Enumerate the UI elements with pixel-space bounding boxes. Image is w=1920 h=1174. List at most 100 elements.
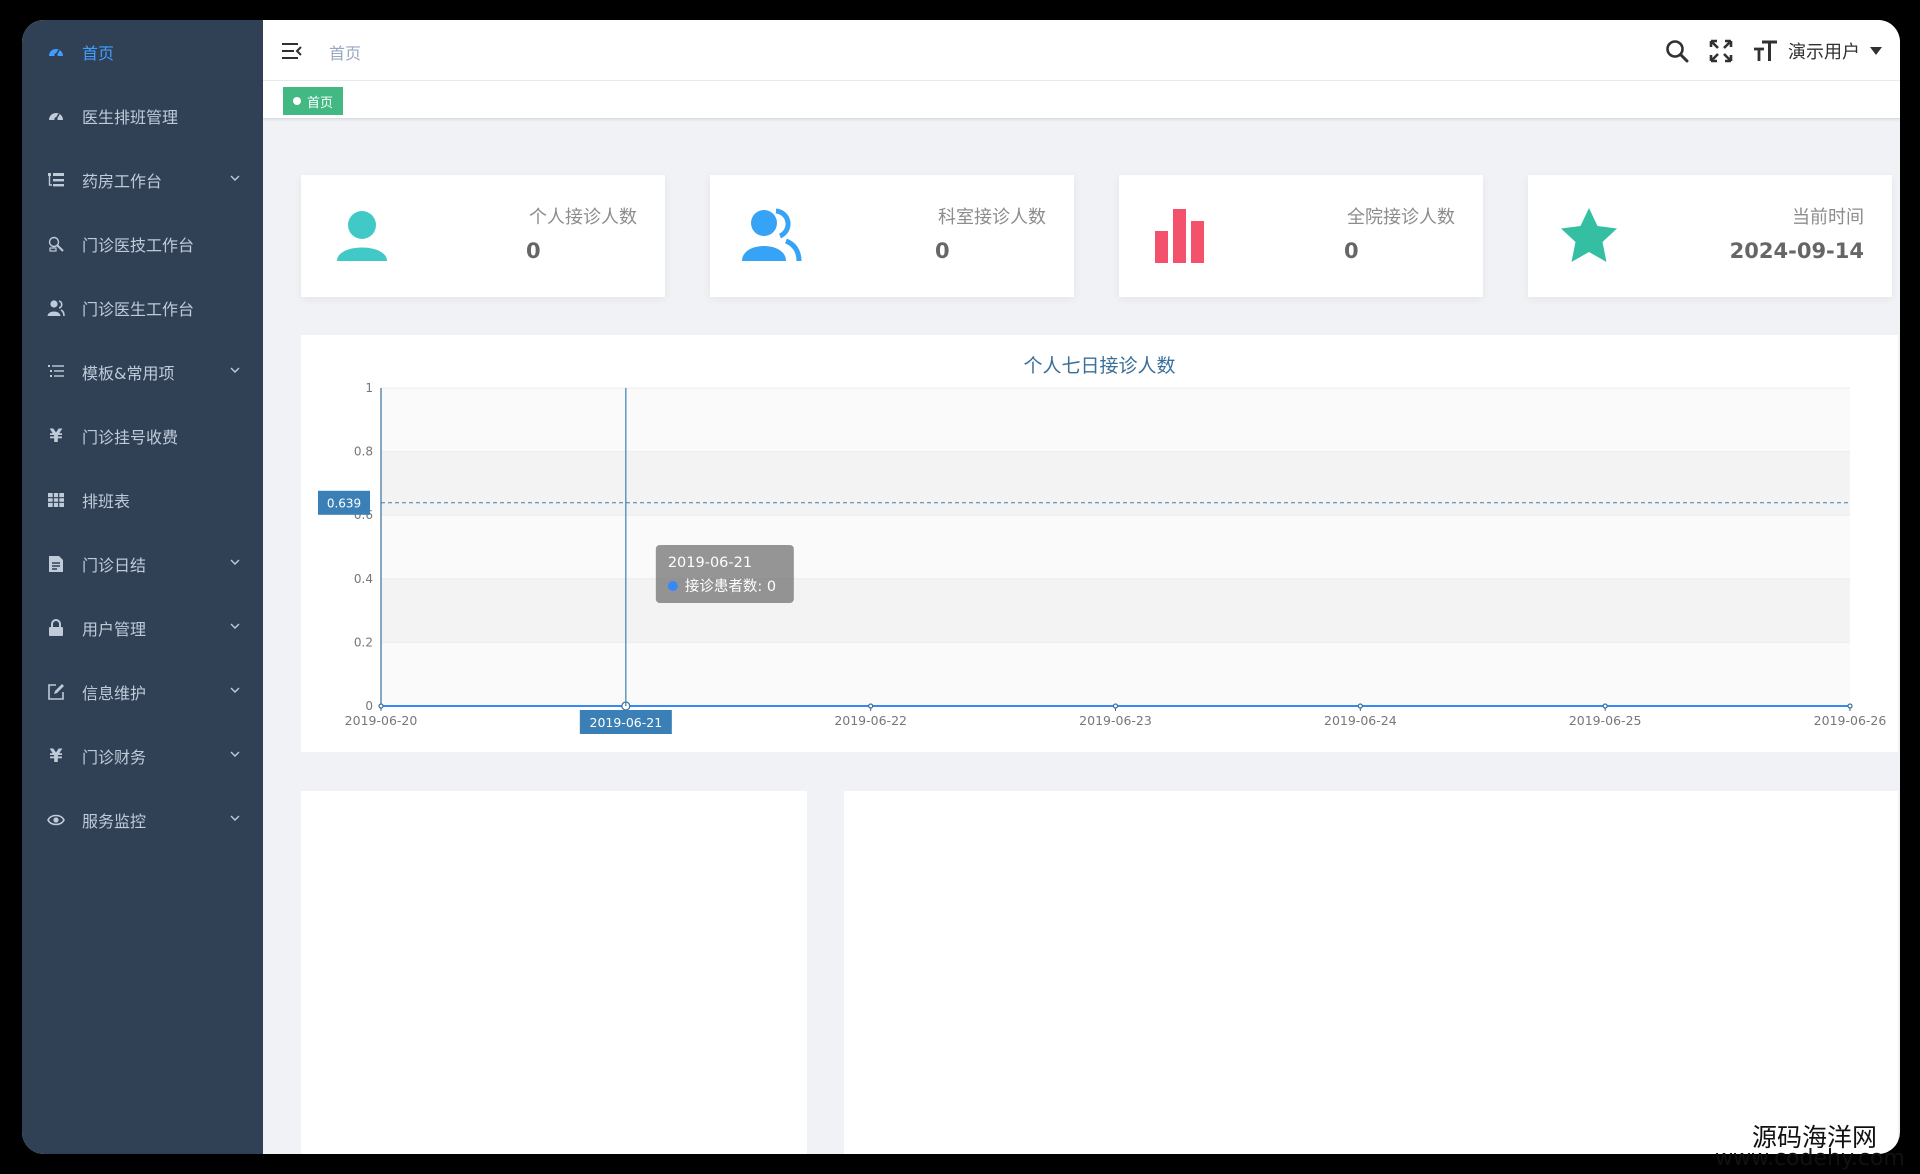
dashboard-icon bbox=[46, 42, 66, 62]
sidebar-item-label: 医生排班管理 bbox=[82, 108, 179, 127]
sidebar-item[interactable]: 信息维护 bbox=[22, 660, 263, 724]
sidebar-item-label: 首页 bbox=[82, 44, 115, 63]
sidebar-item[interactable]: 首页 bbox=[22, 20, 263, 84]
edit-icon bbox=[46, 682, 66, 702]
chevron-down-icon bbox=[230, 815, 240, 821]
chevron-down-icon bbox=[230, 175, 240, 181]
stat-card-value: 0 bbox=[1344, 239, 1359, 263]
peoples-icon bbox=[740, 205, 802, 267]
star-icon bbox=[1558, 205, 1620, 267]
sidebar-item-label: 门诊医生工作台 bbox=[82, 300, 195, 319]
pointer-y-label: 0.639 bbox=[327, 496, 361, 510]
tooltip-series-marker bbox=[667, 581, 678, 591]
y-tick-label: 0.2 bbox=[354, 635, 373, 649]
peoples-icon bbox=[46, 298, 66, 318]
user-dropdown[interactable]: 演示用户 bbox=[1788, 38, 1882, 64]
active-dot-icon bbox=[293, 97, 301, 105]
font-size-icon[interactable] bbox=[1752, 38, 1778, 64]
data-point bbox=[1357, 703, 1363, 709]
x-tick-label: 2019-06-22 bbox=[834, 713, 907, 728]
x-tick-label: 2019-06-25 bbox=[1569, 713, 1642, 728]
sidebar-item[interactable]: ¥ 门诊财务 bbox=[22, 724, 263, 788]
stat-card-label: 个人接诊人数 bbox=[529, 207, 637, 228]
data-point bbox=[1602, 703, 1608, 709]
table-icon bbox=[46, 490, 66, 510]
data-point bbox=[1847, 703, 1853, 709]
chevron-down-icon bbox=[230, 623, 240, 629]
tag-home[interactable]: 首页 bbox=[283, 87, 344, 115]
y-tick-label: 0 bbox=[365, 699, 373, 713]
stat-card-label: 当前时间 bbox=[1792, 207, 1864, 228]
tag-label: 首页 bbox=[307, 95, 334, 111]
y-tick-label: 1 bbox=[365, 381, 373, 395]
x-tick-label: 2019-06-24 bbox=[1324, 713, 1397, 728]
sidebar-item[interactable]: 医生排班管理 bbox=[22, 84, 263, 148]
sidebar-item[interactable]: 模板&常用项 bbox=[22, 340, 263, 404]
dashboard-icon bbox=[46, 106, 66, 126]
chevron-down-icon bbox=[230, 367, 240, 373]
tooltip-value: 接诊患者数: 0 bbox=[685, 578, 776, 595]
bottom-left-panel bbox=[301, 791, 807, 1154]
tags-view: 首页 bbox=[263, 81, 1900, 119]
sidebar-item-label: 信息维护 bbox=[82, 684, 147, 703]
grid-band bbox=[381, 578, 1850, 643]
sidebar-item-label: 用户管理 bbox=[82, 620, 147, 639]
chevron-down-icon bbox=[230, 559, 240, 565]
tree-table-icon bbox=[46, 170, 66, 190]
sidebar-item[interactable]: 用户管理 bbox=[22, 596, 263, 660]
pointer-x-label: 2019-06-21 bbox=[590, 715, 663, 730]
sidebar-item[interactable]: 药房工作台 bbox=[22, 148, 263, 212]
sidebar-item-label: 排班表 bbox=[82, 492, 131, 511]
grid-band bbox=[381, 388, 1850, 452]
yen-icon: ¥ bbox=[49, 744, 63, 767]
sidebar-item[interactable]: ¥ 门诊挂号收费 bbox=[22, 404, 263, 468]
eye-icon bbox=[46, 810, 66, 830]
bottom-right-panel bbox=[844, 791, 1898, 1154]
sidebar-item-label: 门诊医技工作台 bbox=[82, 236, 195, 255]
sidebar-item[interactable]: 门诊医技工作台 bbox=[22, 212, 263, 276]
grid-band bbox=[381, 515, 1850, 579]
sidebar-item-label: 服务监控 bbox=[82, 812, 147, 831]
line-chart[interactable]: 00.20.40.60.812019-06-20 2019-06-22 2019-0… bbox=[301, 335, 1898, 752]
fullscreen-icon[interactable] bbox=[1708, 38, 1734, 64]
x-tick-label: 2019-06-20 bbox=[345, 713, 418, 728]
document-icon bbox=[46, 554, 66, 574]
grid-band bbox=[381, 451, 1850, 516]
caret-down-icon bbox=[1870, 47, 1882, 55]
stat-card-label: 全院接诊人数 bbox=[1347, 207, 1455, 228]
data-point bbox=[378, 703, 384, 709]
stat-card-label: 科室接诊人数 bbox=[938, 207, 1046, 228]
yen-icon: ¥ bbox=[49, 424, 63, 447]
sidebar-item[interactable]: 排班表 bbox=[22, 468, 263, 532]
x-tick-label: 2019-06-23 bbox=[1079, 713, 1152, 728]
stat-card-value: 2024-09-14 bbox=[1729, 239, 1864, 263]
stat-card-value: 0 bbox=[935, 239, 950, 263]
sidebar-item[interactable]: 服务监控 bbox=[22, 788, 263, 852]
search-icon[interactable] bbox=[1664, 38, 1690, 64]
sidebar-item-label: 药房工作台 bbox=[82, 172, 163, 191]
stat-card: 科室接诊人数 0 bbox=[710, 175, 1074, 297]
app-window: 首页医生排班管理 药房工作台门诊医技工作台 门诊医生工作台 模板&常用项 ¥ 门诊挂号收费… bbox=[22, 20, 1900, 1154]
sidebar-item-label: 门诊财务 bbox=[82, 748, 147, 767]
y-tick-label: 0.4 bbox=[354, 572, 373, 586]
lock-icon bbox=[46, 618, 66, 638]
sidebar-item[interactable]: 门诊日结 bbox=[22, 532, 263, 596]
y-tick-label: 0.8 bbox=[354, 445, 373, 459]
sidebar: 首页医生排班管理 药房工作台门诊医技工作台 门诊医生工作台 模板&常用项 ¥ 门诊挂号收费… bbox=[22, 20, 263, 1154]
data-point bbox=[1112, 703, 1119, 709]
watermark-url: www.codehy.com bbox=[1715, 1146, 1905, 1171]
list-icon bbox=[46, 362, 66, 382]
data-point bbox=[868, 703, 874, 709]
bar-chart-icon bbox=[1149, 205, 1211, 267]
user-icon bbox=[331, 205, 393, 267]
grid-band bbox=[381, 642, 1850, 706]
stat-card: 个人接诊人数 0 bbox=[301, 175, 665, 297]
sidebar-item[interactable]: 门诊医生工作台 bbox=[22, 276, 263, 340]
navbar: 首页 演示用户 bbox=[263, 20, 1900, 81]
tooltip-date: 2019-06-21 bbox=[668, 555, 752, 571]
breadcrumb[interactable]: 首页 bbox=[329, 40, 361, 64]
hamburger-icon[interactable] bbox=[281, 40, 303, 62]
sidebar-item-label: 模板&常用项 bbox=[82, 364, 175, 383]
stat-card-value: 0 bbox=[526, 239, 541, 263]
tool-icon bbox=[46, 234, 66, 254]
